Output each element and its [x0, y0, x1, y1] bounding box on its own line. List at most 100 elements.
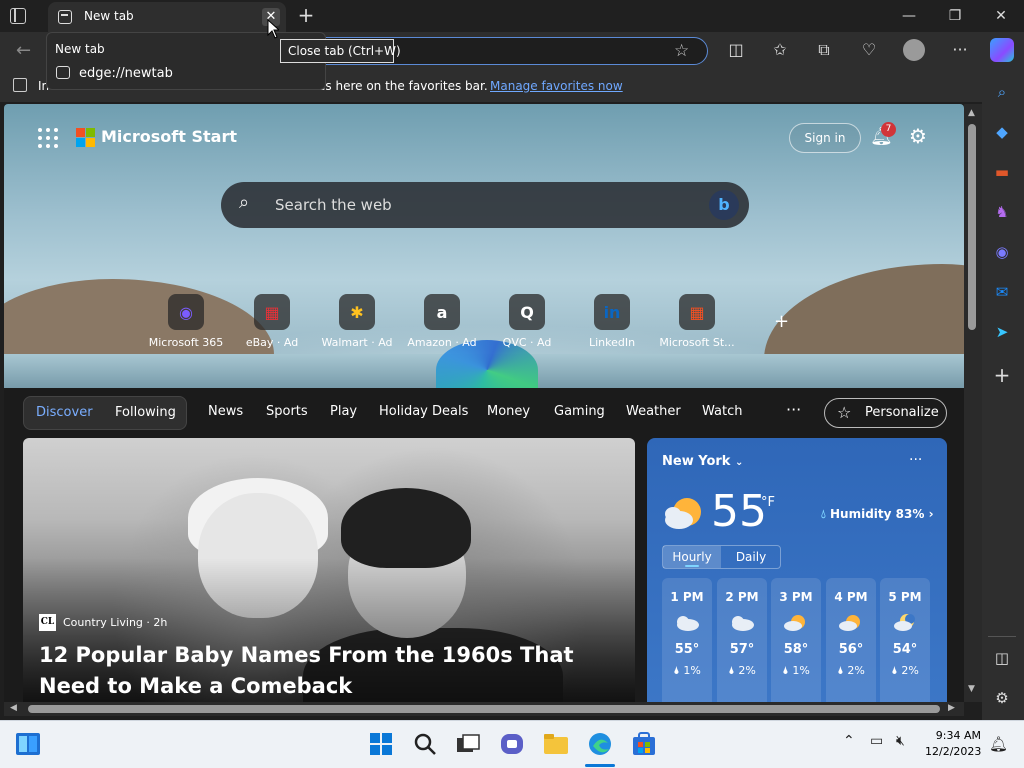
- edge-browser-icon[interactable]: [587, 731, 613, 757]
- manage-favorites-link[interactable]: Manage favorites now: [490, 79, 623, 93]
- tab-new-tab[interactable]: New tab ✕: [48, 2, 286, 32]
- scroll-down-icon[interactable]: ▼: [968, 684, 975, 694]
- tab-discover[interactable]: Discover: [36, 405, 93, 420]
- quick-link-logo-icon: ◉: [168, 294, 204, 330]
- page-settings-gear-icon[interactable]: ⚙: [909, 124, 927, 148]
- quick-link-label: Microsoft St...: [659, 336, 735, 349]
- quick-link-tile[interactable]: ▦ Microsoft St...: [654, 294, 740, 349]
- task-view-icon[interactable]: [455, 731, 481, 757]
- start-windows-icon[interactable]: [368, 731, 394, 757]
- back-arrow-icon[interactable]: ←: [16, 40, 31, 61]
- favorites-icon[interactable]: ✩: [768, 40, 792, 59]
- sidebar-tools-icon[interactable]: ▬: [990, 160, 1014, 184]
- quick-link-tile[interactable]: a Amazon · Ad: [399, 294, 485, 349]
- story-source[interactable]: Country Living · 2h: [63, 616, 167, 629]
- volume-muted-icon[interactable]: 🔇︎: [896, 733, 905, 749]
- precip-value: 2%: [738, 664, 756, 677]
- scroll-right-icon[interactable]: ▶: [948, 703, 955, 713]
- news-nav-item[interactable]: Play: [330, 404, 357, 419]
- sidebar-search-icon[interactable]: ⌕: [990, 80, 1014, 104]
- settings-more-icon[interactable]: ···: [948, 40, 972, 59]
- hover-card-title: New tab: [55, 42, 105, 56]
- sidebar-add-icon[interactable]: +: [990, 363, 1014, 387]
- profile-avatar[interactable]: [903, 39, 925, 61]
- news-nav-item[interactable]: Sports: [266, 404, 308, 419]
- search-icon[interactable]: [412, 731, 438, 757]
- sign-in-button[interactable]: Sign in: [789, 123, 861, 153]
- vertical-scroll-thumb[interactable]: [968, 124, 976, 330]
- hour-forecast[interactable]: 5 PM 54° 🌢︎ 2%: [880, 578, 930, 702]
- sidebar-shopping-icon[interactable]: ◆: [990, 120, 1014, 144]
- hide-sidebar-icon[interactable]: ◫: [990, 646, 1014, 670]
- sidebar-drop-icon[interactable]: ➤: [990, 320, 1014, 344]
- minimize-button[interactable]: —: [886, 0, 932, 32]
- sidebar-microsoft365-icon[interactable]: ◉: [990, 240, 1014, 264]
- add-shortcut-button[interactable]: +: [774, 311, 789, 332]
- microsoft-store-icon[interactable]: [631, 731, 657, 757]
- quick-link-tile[interactable]: ▦ eBay · Ad: [229, 294, 315, 349]
- tab-following[interactable]: Following: [115, 405, 176, 420]
- hour-forecast[interactable]: 2 PM 57° 🌢︎ 2%: [717, 578, 767, 702]
- clock-date[interactable]: 12/2/2023: [925, 745, 981, 758]
- hour-forecast[interactable]: 1 PM 55° 🌢︎ 1%: [662, 578, 712, 702]
- personalize-button[interactable]: ☆ Personalize: [824, 398, 947, 428]
- hour-time: 2 PM: [725, 590, 759, 604]
- sidebar-games-icon[interactable]: ♞: [990, 200, 1014, 224]
- page-icon: [56, 66, 70, 79]
- top-story-card[interactable]: CL Country Living · 2h 12 Popular Baby N…: [23, 438, 635, 702]
- notification-center-icon[interactable]: 🔔︎: [989, 735, 1008, 753]
- widgets-icon[interactable]: [15, 731, 41, 757]
- close-window-button[interactable]: ✕: [978, 0, 1024, 32]
- app-launcher-icon[interactable]: [38, 128, 58, 148]
- weather-city[interactable]: New York ⌄: [662, 454, 743, 469]
- tab-actions-icon[interactable]: [10, 8, 26, 24]
- news-nav-item[interactable]: News: [208, 404, 243, 419]
- teams-chat-icon[interactable]: [499, 731, 525, 757]
- network-icon[interactable]: ▭: [870, 733, 883, 749]
- scroll-up-icon[interactable]: ▲: [968, 108, 975, 118]
- tab-hourly[interactable]: Hourly: [663, 546, 721, 568]
- quick-link-tile[interactable]: in LinkedIn: [569, 294, 655, 349]
- temperature-unit[interactable]: °F: [761, 495, 775, 510]
- sidebar-settings-icon[interactable]: ⚙: [990, 686, 1014, 710]
- search-input[interactable]: Search the web: [275, 196, 392, 214]
- web-search-box[interactable]: ⌕ Search the web b: [221, 182, 749, 228]
- import-favorites-icon[interactable]: [13, 78, 27, 92]
- news-nav-item[interactable]: Watch: [702, 404, 742, 419]
- microsoft-logo-icon: [76, 128, 96, 148]
- quick-link-tile[interactable]: Q QVC · Ad: [484, 294, 570, 349]
- feed-toggle: Discover Following: [23, 396, 187, 430]
- hour-forecast[interactable]: 3 PM 58° 🌢︎ 1%: [771, 578, 821, 702]
- new-tab-button[interactable]: +: [295, 4, 317, 26]
- bing-chat-icon[interactable]: b: [709, 190, 739, 220]
- quick-link-tile[interactable]: ◉ Microsoft 365: [143, 294, 229, 349]
- weather-more-icon[interactable]: ···: [909, 452, 922, 468]
- quick-link-tile[interactable]: ✱ Walmart · Ad: [314, 294, 400, 349]
- sidebar-outlook-icon[interactable]: ✉: [990, 280, 1014, 304]
- clock-time[interactable]: 9:34 AM: [935, 729, 981, 742]
- browser-essentials-icon[interactable]: ♡: [857, 40, 881, 59]
- chevron-up-icon[interactable]: ⌃: [843, 733, 855, 749]
- horizontal-scroll-thumb[interactable]: [28, 705, 940, 713]
- copilot-icon[interactable]: [990, 38, 1014, 62]
- news-nav-item[interactable]: Gaming: [554, 404, 605, 419]
- brand-title[interactable]: Microsoft Start: [101, 127, 237, 146]
- news-nav-item[interactable]: Money: [487, 404, 530, 419]
- restore-button[interactable]: ❐: [932, 0, 978, 32]
- humidity[interactable]: 💧︎ Humidity 83% ›: [821, 507, 934, 522]
- favorite-star-icon[interactable]: ☆: [674, 41, 689, 61]
- file-explorer-icon[interactable]: [543, 731, 569, 757]
- split-screen-icon[interactable]: ◫: [724, 40, 748, 59]
- news-nav-item[interactable]: Holiday Deals: [379, 404, 468, 419]
- more-categories-icon[interactable]: ···: [786, 400, 801, 419]
- scroll-left-icon[interactable]: ◀: [10, 703, 17, 713]
- story-headline[interactable]: 12 Popular Baby Names From the 1960s Tha…: [39, 640, 629, 702]
- weather-card[interactable]: New York ⌄ ··· 55 °F 💧︎ Humidity 83% › H…: [647, 438, 947, 702]
- hour-forecast[interactable]: 4 PM 56° 🌢︎ 2%: [826, 578, 876, 702]
- quick-link-label: Amazon · Ad: [407, 336, 477, 349]
- news-nav-item[interactable]: Weather: [626, 404, 681, 419]
- mouse-cursor-icon: [267, 19, 279, 39]
- collections-icon[interactable]: ⧉: [812, 40, 836, 60]
- tab-daily[interactable]: Daily: [721, 546, 781, 568]
- quick-link-logo-icon: in: [594, 294, 630, 330]
